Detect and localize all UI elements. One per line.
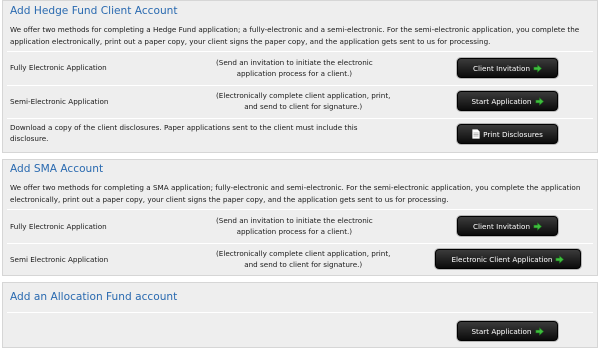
allocation-start-application-button[interactable]: Start Application [457, 321, 558, 341]
button-label: Client Invitation [472, 221, 530, 231]
sma-intro: We offer two methods for completing a SM… [10, 183, 581, 204]
hedge-start-application-button[interactable]: Start Application [457, 91, 558, 111]
arrow-right-icon [535, 327, 544, 336]
divider [7, 209, 593, 210]
arrow-right-icon [533, 64, 542, 73]
button-label: Client Invitation [472, 63, 530, 73]
arrow-right-icon [555, 255, 564, 264]
button-label: Start Application [471, 326, 532, 336]
disclosure-label: Download a copy of the client disclosure… [10, 123, 358, 143]
divider [7, 85, 593, 86]
sma-fully-electronic-label: Fully Electronic Application [10, 222, 107, 231]
desc-line: (Send an invitation to initiate the elec… [216, 216, 373, 225]
semi-electronic-label: Semi-Electronic Application [10, 97, 109, 106]
desc-line: (Send an invitation to initiate the elec… [216, 58, 373, 67]
divider [7, 118, 593, 119]
hedge-fund-panel: Add Hedge Fund Client Account We offer t… [2, 0, 598, 153]
divider [7, 243, 593, 244]
divider [7, 51, 593, 52]
print-disclosures-button[interactable]: Print Disclosures [457, 124, 558, 144]
divider [7, 312, 593, 313]
electronic-client-application-button[interactable]: Electronic Client Application [435, 249, 581, 269]
hedge-client-invitation-button[interactable]: Client Invitation [457, 58, 558, 78]
sma-semi-electronic-desc: (Electronically complete client applicat… [216, 248, 390, 270]
button-label: Print Disclosures [483, 129, 543, 139]
sma-title: Add SMA Account [10, 163, 104, 175]
fully-electronic-label: Fully Electronic Application [10, 63, 107, 72]
semi-electronic-desc: (Electronically complete client applicat… [216, 90, 390, 112]
document-icon [472, 129, 480, 139]
desc-line: (Electronically complete client applicat… [216, 91, 391, 100]
hedge-fund-intro: We offer two methods for completing a He… [10, 25, 580, 46]
desc-line: application process for a client.) [236, 69, 353, 78]
button-label: Electronic Client Application [451, 254, 553, 264]
allocation-fund-panel: Add an Allocation Fund account Start App… [2, 282, 598, 348]
sma-semi-electronic-label: Semi Electronic Application [10, 255, 109, 264]
desc-line: (Electronically complete client applicat… [216, 249, 391, 258]
sma-panel: Add SMA Account We offer two methods for… [2, 159, 598, 276]
allocation-fund-title: Add an Allocation Fund account [10, 291, 178, 303]
fully-electronic-desc: (Send an invitation to initiate the elec… [216, 57, 373, 79]
hedge-fund-title: Add Hedge Fund Client Account [10, 5, 178, 17]
button-label: Start Application [471, 96, 532, 106]
arrow-right-icon [535, 97, 544, 106]
sma-fully-electronic-desc: (Send an invitation to initiate the elec… [216, 215, 373, 237]
arrow-right-icon [533, 222, 542, 231]
desc-line: and send to client for signature.) [244, 260, 363, 269]
desc-line: application process for a client.) [236, 227, 353, 236]
sma-client-invitation-button[interactable]: Client Invitation [457, 216, 558, 236]
desc-line: and send to client for signature.) [244, 102, 363, 111]
